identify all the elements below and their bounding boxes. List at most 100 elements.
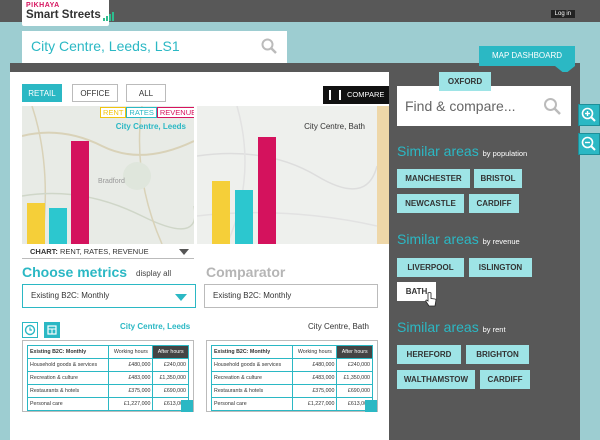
area-chip-cardiff[interactable]: CARDIFF	[469, 194, 519, 213]
table-cell: £690,000	[152, 384, 189, 398]
chevron-down-icon	[175, 294, 187, 301]
section-sub: by revenue	[482, 237, 520, 246]
signal-bars-icon	[102, 9, 115, 21]
tab-all[interactable]: ALL	[126, 84, 166, 102]
zoom-out-icon	[581, 136, 596, 151]
map-right[interactable]: City Centre, Bath	[197, 106, 377, 244]
similar-revenue-title: Similar areas by revenue	[397, 231, 520, 247]
area-chip-hereford[interactable]: HEREFORD	[397, 345, 461, 364]
table-row: Personal care £1,227,000 £613,000	[210, 397, 373, 411]
brand-top-text: PIKHAYA	[26, 2, 60, 9]
table-cell: Restaurants & hotels	[26, 384, 110, 398]
map-left[interactable]: Bradford RENT RATES REVENUE City Centre, L…	[22, 106, 194, 244]
metrics-table-right: Existing B2C: Monthly Working hours Afte…	[206, 340, 378, 412]
table-cell: £240,000	[152, 358, 189, 372]
zoom-out-button[interactable]	[578, 133, 600, 155]
compare-icon	[329, 90, 341, 100]
bar-chart-right	[197, 106, 377, 244]
table-row: Restaurants & hotels £375,000 £690,000	[26, 384, 189, 398]
table-cell: Restaurants & hotels	[210, 384, 294, 398]
compare-button[interactable]: COMPARE	[323, 86, 396, 104]
area-chip-newcastle[interactable]: NEWCASTLE	[397, 194, 464, 213]
area-chip-liverpool[interactable]: LIVERPOOL	[397, 258, 464, 277]
table-cell: Household goods & services	[26, 358, 110, 372]
table-left-title: City Centre, Leeds	[120, 322, 191, 331]
table-right-title: City Centre, Bath	[308, 322, 369, 331]
chart-select-prefix: CHART:	[30, 247, 58, 256]
table-cell: Personal care	[26, 397, 110, 411]
area-chip-brighton[interactable]: BRIGHTON	[466, 345, 529, 364]
area-chip-manchester[interactable]: MANCHESTER	[397, 169, 470, 188]
tab-office[interactable]: OFFICE	[72, 84, 118, 102]
table-cell: £480,000	[292, 358, 338, 372]
display-all-link[interactable]: display all	[136, 269, 171, 278]
table-header: Working hours	[292, 345, 338, 359]
table-cell: £1,350,000	[336, 371, 373, 385]
tab-retail[interactable]: RETAIL	[22, 84, 62, 102]
chart-select[interactable]: CHART: RENT, RATES, REVENUE	[22, 244, 194, 259]
table-cell: Personal care	[210, 397, 294, 411]
table-icon	[47, 325, 57, 335]
table-cell: £1,227,000	[108, 397, 154, 411]
find-compare-placeholder: Find & compare...	[405, 98, 516, 114]
comparator-title: Comparator	[206, 264, 286, 280]
compare-label: COMPARE	[347, 90, 385, 99]
table-cell: £483,000	[292, 371, 338, 385]
comparator-select[interactable]: Existing B2C: Monthly	[204, 284, 378, 308]
brand-logo[interactable]: PIKHAYA Smart Streets	[22, 0, 114, 26]
table-header: Working hours	[108, 345, 154, 359]
table-cell: Recreation & culture	[26, 371, 110, 385]
map-dashboard-button[interactable]: MAP DASHBOARD	[479, 46, 575, 66]
main-panel: RETAIL OFFICE ALL COMPARE Bradford RENT R…	[10, 72, 396, 440]
login-button[interactable]: Log in	[550, 10, 575, 18]
expand-corner-icon[interactable]	[181, 400, 193, 412]
clock-icon	[24, 324, 36, 336]
table-view-button[interactable]	[44, 322, 60, 338]
zoom-in-icon	[581, 107, 596, 122]
table-cell: Household goods & services	[210, 358, 294, 372]
area-chip-bristol[interactable]: BRISTOL	[474, 169, 522, 188]
search-icon[interactable]	[543, 97, 561, 115]
table-row: Household goods & services £480,000 £240,0…	[26, 358, 189, 372]
bar-chart-left	[22, 106, 194, 244]
similar-rent-title: Similar areas by rent	[397, 319, 506, 335]
hand-cursor-icon	[425, 292, 437, 307]
metrics-select[interactable]: Existing B2C: Monthly	[22, 284, 196, 308]
chart-bar-revenue	[258, 137, 276, 244]
table-header-row: Existing B2C: Monthly Working hours Afte…	[26, 345, 189, 359]
table-header: Existing B2C: Monthly	[210, 345, 294, 359]
chart-bar-revenue	[71, 141, 89, 244]
table-cell: £375,000	[292, 384, 338, 398]
area-chip-islington[interactable]: ISLINGTON	[469, 258, 532, 277]
table-cell: £375,000	[108, 384, 154, 398]
similar-population-title: Similar areas by population	[397, 143, 527, 159]
table-header: Existing B2C: Monthly	[26, 345, 110, 359]
comparator-select-value: Existing B2C: Monthly	[213, 291, 292, 300]
section-title: Similar areas	[397, 319, 479, 335]
brand-name: Smart Streets	[26, 9, 101, 21]
chart-bar-rates	[235, 190, 253, 244]
similar-areas-panel: Find & compare... Similar areas by popul…	[389, 72, 580, 440]
table-row: Household goods & services £480,000 £240,0…	[210, 358, 373, 372]
location-search[interactable]: City Centre, Leeds, LS1	[22, 31, 287, 63]
area-chip-oxford[interactable]: OXFORD	[439, 72, 491, 91]
section-sub: by population	[482, 149, 528, 158]
zoom-in-button[interactable]	[578, 104, 600, 126]
chart-select-value: RENT, RATES, REVENUE	[60, 247, 149, 256]
expand-corner-icon[interactable]	[365, 400, 377, 412]
chart-bar-rates	[49, 208, 67, 244]
find-compare-input[interactable]: Find & compare...	[397, 86, 571, 126]
table-cell: Recreation & culture	[210, 371, 294, 385]
clock-view-button[interactable]	[22, 322, 38, 338]
search-icon[interactable]	[261, 38, 277, 54]
area-chip-cardiff-rent[interactable]: CARDIFF	[480, 370, 530, 389]
chart-bar-rent	[27, 203, 45, 244]
metrics-table-left: Existing B2C: Monthly Working hours Afte…	[22, 340, 194, 412]
table-header-row: Existing B2C: Monthly Working hours Afte…	[210, 345, 373, 359]
table-header: After hours	[152, 345, 189, 359]
table-cell: £483,000	[108, 371, 154, 385]
table-row: Personal care £1,227,000 £613,000	[26, 397, 189, 411]
section-sub: by rent	[482, 325, 506, 334]
area-chip-walthamstow[interactable]: WALTHAMSTOW	[397, 370, 475, 389]
table-row: Recreation & culture £483,000 £1,350,000	[210, 371, 373, 385]
